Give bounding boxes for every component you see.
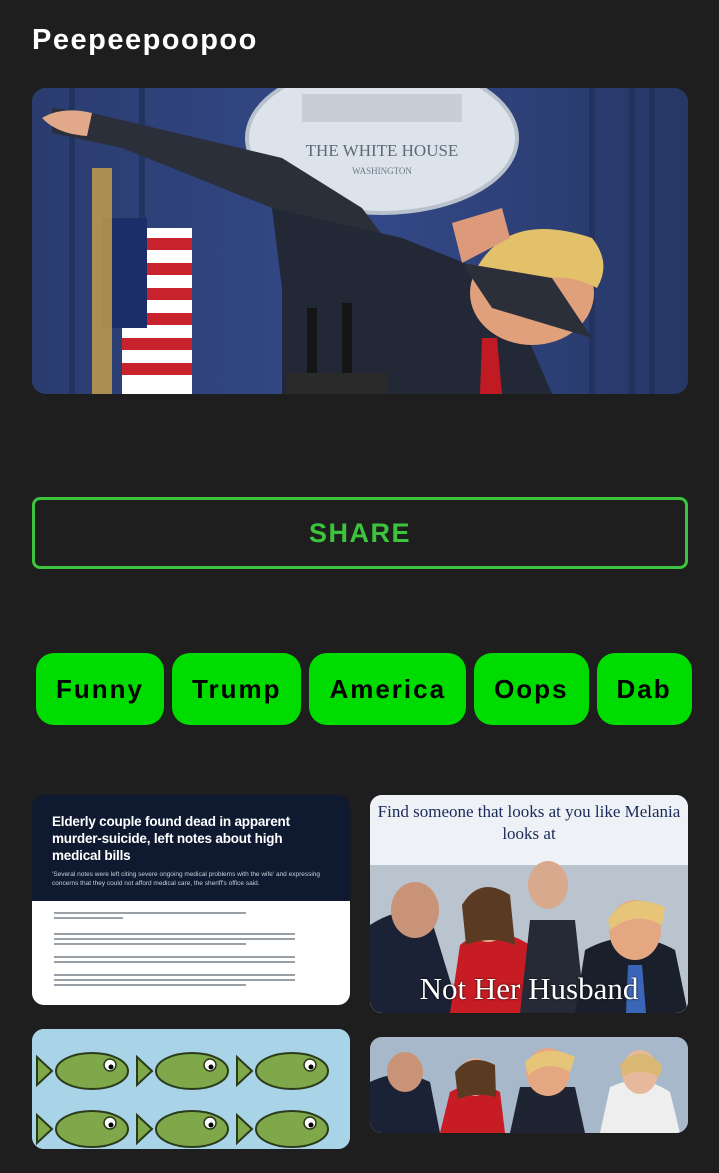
tag-dab[interactable]: Dab [596,653,692,725]
page-title: Peepeepoopoo [32,24,258,56]
related-card-news[interactable]: Elderly couple found dead in apparent mu… [32,795,350,1005]
seal-text: THE WHITE HOUSE [306,141,459,160]
tag-america[interactable]: America [309,653,467,725]
news-header: Elderly couple found dead in apparent mu… [32,795,350,901]
tag-list: Funny Trump America Oops Dab [36,653,692,725]
tag-trump[interactable]: Trump [172,653,302,725]
share-button[interactable]: SHARE [32,497,688,569]
meme-top-caption: Find someone that looks at you like Mela… [377,802,681,843]
g7-photo [370,1037,688,1133]
related-card-melania[interactable]: Find someone that looks at you like Mela… [370,795,688,1013]
seal-subtext: WASHINGTON [352,166,412,176]
related-card-fish[interactable] [32,1029,350,1149]
meme-bottom-caption: Not Her Husband [419,971,639,1006]
related-card-g7-photo[interactable] [370,1037,688,1133]
hero-image: THE WHITE HOUSE WASHINGTON [32,88,688,394]
related-column-right: Find someone that looks at you like Mela… [370,795,688,1157]
tag-oops[interactable]: Oops [474,653,589,725]
tag-funny[interactable]: Funny [36,653,164,725]
related-column-left: Elderly couple found dead in apparent mu… [32,795,350,1173]
news-body [32,901,350,1005]
news-subheadline: 'Several notes were left citing severe o… [52,871,321,887]
news-headline: Elderly couple found dead in apparent mu… [52,814,290,863]
fish-illustration [32,1029,350,1149]
